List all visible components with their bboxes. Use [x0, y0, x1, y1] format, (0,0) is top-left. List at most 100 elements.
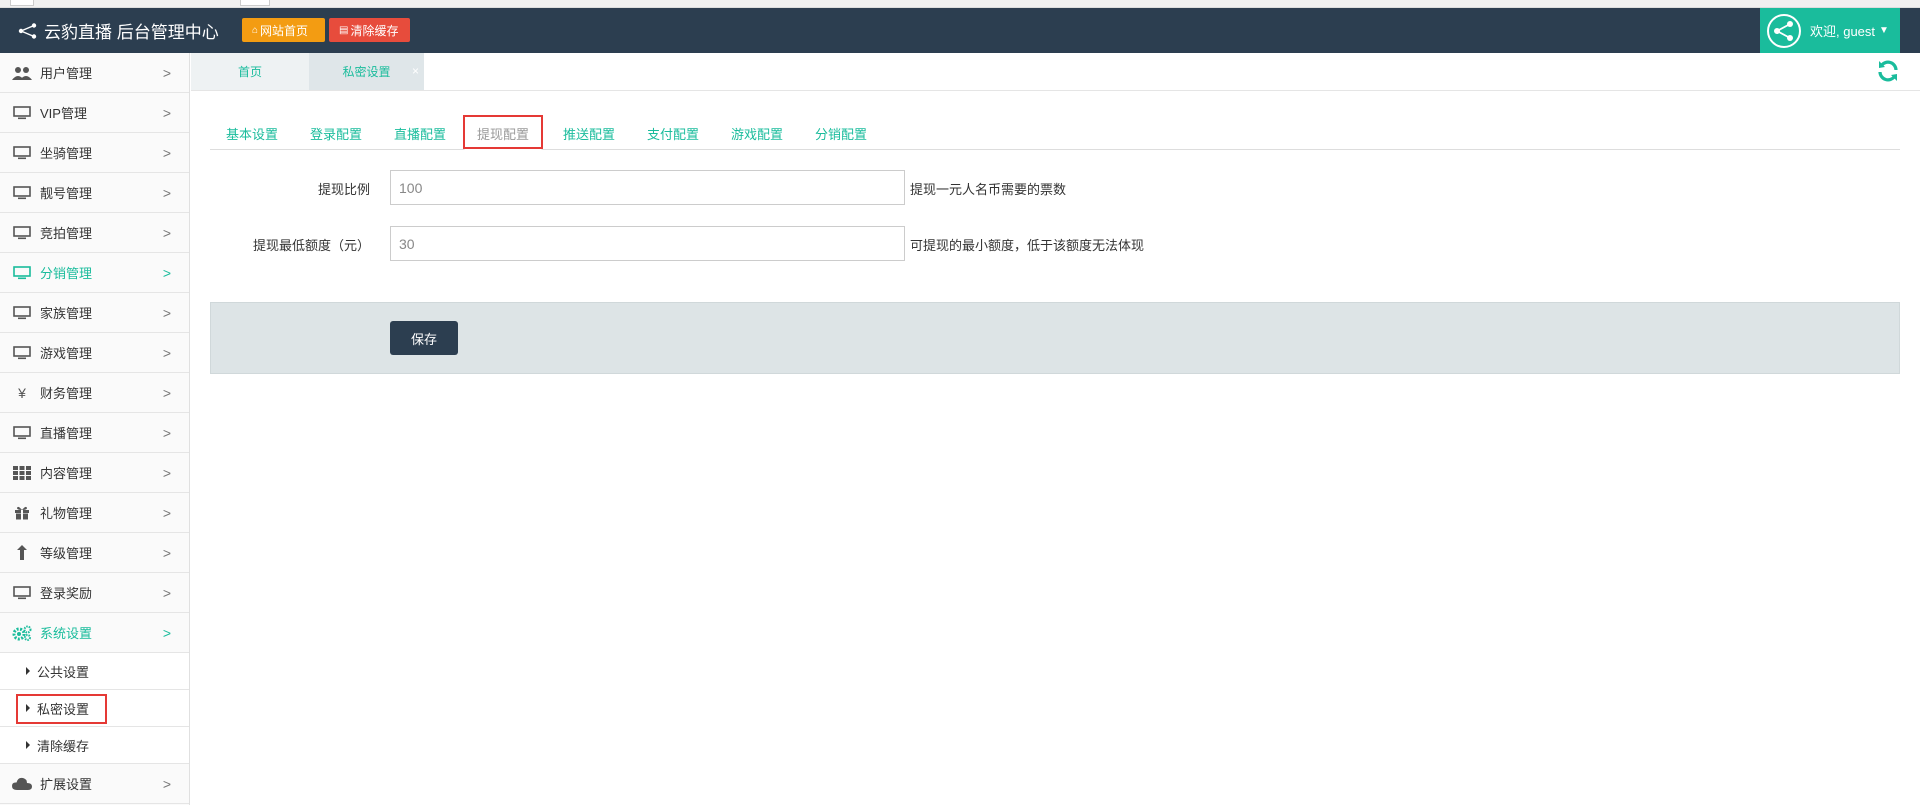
- site-home-label: 网站首页: [260, 23, 309, 38]
- welcome-text: 欢迎, guest: [1810, 24, 1876, 39]
- tab-label: 基本设置: [225, 126, 278, 142]
- chevron-right-icon: >: [162, 185, 171, 201]
- level-up-icon: [12, 545, 32, 561]
- tab-label: 游戏配置: [730, 126, 783, 142]
- sidebar-item-extensions[interactable]: 扩展设置 >: [0, 764, 189, 804]
- refresh-icon[interactable]: [1876, 59, 1900, 83]
- sidebar-subitem-clear-cache[interactable]: 清除缓存: [0, 727, 189, 764]
- sidebar-item-label: VIP管理: [40, 106, 87, 121]
- form-row-min-amount: 提现最低额度（元） 可提现的最小额度，低于该额度无法体现: [210, 226, 1610, 262]
- sidebar-item-label: 扩展设置: [40, 777, 93, 792]
- sidebar-item-label: 分销管理: [40, 266, 93, 281]
- tab-label: 首页: [237, 65, 262, 79]
- tab-game-config[interactable]: 游戏配置: [715, 116, 799, 150]
- clear-cache-button[interactable]: ▤ 清除缓存: [329, 18, 410, 42]
- min-amount-input[interactable]: [390, 226, 905, 261]
- tab-push-config[interactable]: 推送配置: [547, 116, 631, 150]
- sidebar-item-live[interactable]: 直播管理 >: [0, 413, 189, 453]
- save-button[interactable]: 保存: [390, 321, 458, 355]
- grid-icon: [12, 465, 32, 481]
- chevron-right-icon: >: [162, 585, 171, 601]
- tab-private-settings[interactable]: 私密设置 ×: [309, 53, 424, 90]
- caret-right-icon: [26, 667, 30, 675]
- brand[interactable]: 云豹直播 后台管理中心: [18, 8, 219, 53]
- ratio-input[interactable]: [390, 170, 905, 205]
- sidebar-subitem-label: 清除缓存: [37, 738, 90, 754]
- sidebar-subitem-private-settings[interactable]: 私密设置: [0, 690, 189, 727]
- sidebar-item-system-settings[interactable]: 系统设置 >: [0, 613, 189, 653]
- site-home-button[interactable]: ⌂ 网站首页: [242, 18, 325, 42]
- chevron-right-icon: >: [162, 505, 171, 521]
- tab-label: 推送配置: [562, 126, 615, 142]
- browser-tab-stub[interactable]: [240, 0, 270, 6]
- yen-icon: ¥: [18, 384, 26, 401]
- tab-label: 登录配置: [309, 126, 362, 142]
- share-alt-icon: [18, 22, 37, 39]
- highlight-box: [16, 694, 107, 724]
- chevron-right-icon: >: [162, 425, 171, 441]
- sidebar-item-family[interactable]: 家族管理 >: [0, 293, 189, 333]
- tab-payment-config[interactable]: 支付配置: [631, 116, 715, 150]
- sidebar-item-login-reward[interactable]: 登录奖励 >: [0, 573, 189, 613]
- sidebar-item-vip[interactable]: VIP管理 >: [0, 93, 189, 133]
- sidebar-item-liang[interactable]: 靓号管理 >: [0, 173, 189, 213]
- sidebar-item-label: 用户管理: [40, 66, 93, 81]
- tab-distribution-config[interactable]: 分销配置: [799, 116, 883, 150]
- sidebar-item-levels[interactable]: 等级管理 >: [0, 533, 189, 573]
- sidebar-item-gifts[interactable]: 礼物管理 >: [0, 493, 189, 533]
- sidebar-item-auction[interactable]: 竞拍管理 >: [0, 213, 189, 253]
- sidebar-item-distribution[interactable]: 分销管理 >: [0, 253, 189, 293]
- user-menu[interactable]: 欢迎, guest ▼: [1760, 8, 1900, 53]
- sidebar-item-users[interactable]: 用户管理 >: [0, 53, 189, 93]
- chevron-right-icon: >: [162, 385, 171, 401]
- chevron-right-icon: >: [162, 145, 171, 161]
- sidebar-item-label: 游戏管理: [40, 346, 93, 361]
- config-tab-bar: 基本设置 登录配置 直播配置 提现配置 推送配置 支付配置 游戏配置 分销配置: [210, 115, 1900, 150]
- chevron-right-icon: >: [162, 345, 171, 361]
- users-icon: [12, 65, 32, 81]
- sidebar-item-label: 登录奖励: [40, 586, 93, 601]
- chevron-right-icon: >: [162, 225, 171, 241]
- chevron-right-icon: >: [162, 465, 171, 481]
- sidebar-item-content[interactable]: 内容管理 >: [0, 453, 189, 493]
- tab-basic-settings[interactable]: 基本设置: [210, 116, 294, 150]
- chevron-right-icon: >: [162, 545, 171, 561]
- tab-label: 支付配置: [646, 126, 699, 142]
- desktop-icon: [12, 145, 32, 161]
- desktop-icon: [12, 225, 32, 241]
- desktop-icon: [12, 185, 32, 201]
- chevron-right-icon: >: [162, 105, 171, 121]
- browser-tab-stub[interactable]: [10, 0, 34, 6]
- highlight-box: [463, 115, 543, 149]
- browser-top-strip: [0, 0, 1920, 8]
- sidebar-subitem-label: 公共设置: [37, 664, 90, 680]
- ratio-help: 提现一元人名币需要的票数: [910, 182, 1067, 197]
- sidebar-item-mounts[interactable]: 坐骑管理 >: [0, 133, 189, 173]
- desktop-icon: [12, 345, 32, 361]
- form-row-ratio: 提现比例 提现一元人名币需要的票数: [210, 170, 1610, 206]
- sidebar-subitem-public-settings[interactable]: 公共设置: [0, 653, 189, 690]
- chevron-right-icon: >: [162, 625, 171, 641]
- tab-label: 直播配置: [393, 126, 446, 142]
- chevron-right-icon: >: [162, 305, 171, 321]
- page-tab-bar: 首页 私密设置 ×: [191, 53, 1920, 91]
- desktop-icon: [12, 105, 32, 121]
- chevron-right-icon: >: [162, 776, 171, 792]
- tab-home[interactable]: 首页: [191, 53, 309, 90]
- sidebar-item-games[interactable]: 游戏管理 >: [0, 333, 189, 373]
- gift-icon: [12, 505, 32, 521]
- sidebar-item-finance[interactable]: ¥ 财务管理 >: [0, 373, 189, 413]
- sidebar-item-label: 等级管理: [40, 546, 93, 561]
- cogs-icon: [12, 625, 32, 641]
- caret-down-icon: ▼: [1879, 25, 1889, 36]
- close-icon[interactable]: ×: [412, 64, 419, 78]
- sidebar: 用户管理 > VIP管理 > 坐骑管理 > 靓号管理 > 竞拍管理 > 分销管理…: [0, 53, 190, 805]
- home-icon: ⌂: [252, 24, 259, 36]
- tab-withdraw-config[interactable]: 提现配置: [463, 115, 543, 150]
- ratio-label: 提现比例: [317, 182, 370, 197]
- sidebar-item-label: 系统设置: [40, 626, 93, 641]
- min-amount-label: 提现最低额度（元）: [252, 238, 370, 253]
- clear-cache-label: 清除缓存: [350, 23, 399, 38]
- tab-live-config[interactable]: 直播配置: [378, 116, 462, 150]
- tab-login-config[interactable]: 登录配置: [294, 116, 378, 150]
